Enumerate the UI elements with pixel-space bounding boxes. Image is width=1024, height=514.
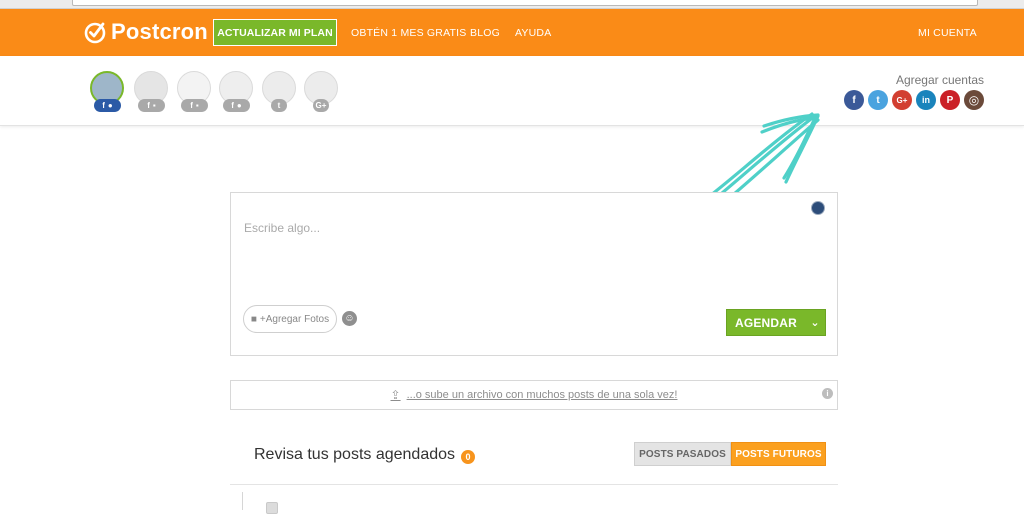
- facebook-icon[interactable]: f: [844, 90, 864, 110]
- account-avatar[interactable]: f ▪: [175, 71, 213, 115]
- globe-icon[interactable]: [811, 201, 825, 215]
- bulk-upload-label: ...o sube un archivo con muchos posts de…: [406, 389, 678, 401]
- nav-free-month[interactable]: OBTÉN 1 MES GRATIS: [351, 27, 466, 39]
- connected-accounts-bar: f ● f ▪ f ▪ f ● t G+ Agregar cuentas f t G+ …: [0, 56, 1024, 126]
- facebook-profile-badge: f ●: [94, 99, 121, 112]
- postcron-logo[interactable]: Postcron: [83, 19, 208, 45]
- add-account-icons: f t G+ in P ◎: [844, 90, 984, 110]
- emoji-icon[interactable]: ☺: [342, 311, 357, 326]
- post-text-input[interactable]: Escribe algo...: [244, 221, 320, 235]
- google-plus-icon: G+: [315, 101, 327, 110]
- chevron-down-icon[interactable]: ⌄: [805, 316, 825, 329]
- timeline-line: [242, 492, 243, 510]
- browser-address-bar[interactable]: [72, 0, 978, 6]
- schedule-label: AGENDAR: [734, 315, 798, 330]
- schedule-button[interactable]: AGENDAR ⌄: [726, 309, 826, 336]
- camera-icon: ■: [250, 313, 257, 325]
- account-avatar[interactable]: t: [260, 71, 298, 115]
- twitter-badge: t: [271, 99, 287, 112]
- account-avatar[interactable]: f ▪: [132, 71, 170, 115]
- post-composer: Escribe algo... ■ +Agregar Fotos ☺ AGEND…: [230, 192, 838, 356]
- bulk-upload-bar: ⇪ ...o sube un archivo con muchos posts …: [230, 380, 838, 410]
- facebook-page-badge: f ▪: [138, 99, 165, 112]
- add-photos-label: +Agregar Fotos: [259, 313, 330, 325]
- info-icon[interactable]: i: [822, 388, 833, 399]
- flag-icon: ▪: [152, 101, 156, 110]
- browser-chrome: [0, 0, 1024, 9]
- nav-help[interactable]: AYUDA: [515, 27, 551, 39]
- facebook-group-badge: f ●: [223, 99, 250, 112]
- google-plus-icon[interactable]: G+: [892, 90, 912, 110]
- facebook-icon: f: [102, 101, 105, 110]
- instagram-icon[interactable]: ◎: [964, 90, 984, 110]
- scheduled-posts-title: Revisa tus posts agendados: [254, 446, 456, 463]
- nav-blog[interactable]: BLOG: [470, 27, 500, 39]
- logo-check-icon: [84, 22, 106, 44]
- account-avatar[interactable]: G+: [302, 71, 340, 115]
- facebook-icon: f: [190, 101, 193, 110]
- top-navigation-bar: Postcron ACTUALIZAR MI PLAN OBTÉN 1 MES …: [0, 9, 1024, 56]
- bulk-upload-link[interactable]: ⇪ ...o sube un archivo con muchos posts …: [391, 388, 678, 402]
- upgrade-plan-button[interactable]: ACTUALIZAR MI PLAN: [213, 19, 337, 46]
- add-accounts-label: Agregar cuentas: [895, 73, 984, 87]
- linkedin-icon[interactable]: in: [916, 90, 936, 110]
- twitter-icon[interactable]: t: [868, 90, 888, 110]
- tab-future-posts[interactable]: POSTS FUTUROS: [731, 442, 826, 466]
- add-photos-button[interactable]: ■ +Agregar Fotos: [243, 305, 337, 333]
- section-divider: [230, 484, 838, 485]
- flag-icon: ▪: [195, 101, 199, 110]
- logo-text: Postcron: [111, 19, 208, 44]
- group-icon: ●: [236, 101, 242, 110]
- select-all-checkbox[interactable]: [266, 502, 278, 514]
- upload-icon: ⇪: [390, 388, 401, 402]
- facebook-icon: f: [147, 101, 150, 110]
- nav-my-account[interactable]: MI CUENTA: [918, 27, 977, 39]
- pinterest-icon[interactable]: P: [940, 90, 960, 110]
- facebook-icon: f: [231, 101, 234, 110]
- twitter-icon: t: [277, 101, 281, 110]
- tab-past-posts[interactable]: POSTS PASADOS: [634, 442, 731, 466]
- google-plus-badge: G+: [313, 99, 329, 112]
- scheduled-posts-count-badge: 0: [461, 450, 475, 464]
- account-avatar[interactable]: f ●: [88, 71, 126, 115]
- facebook-page-badge: f ▪: [181, 99, 208, 112]
- account-avatar[interactable]: f ●: [217, 71, 255, 115]
- user-icon: ●: [107, 101, 113, 110]
